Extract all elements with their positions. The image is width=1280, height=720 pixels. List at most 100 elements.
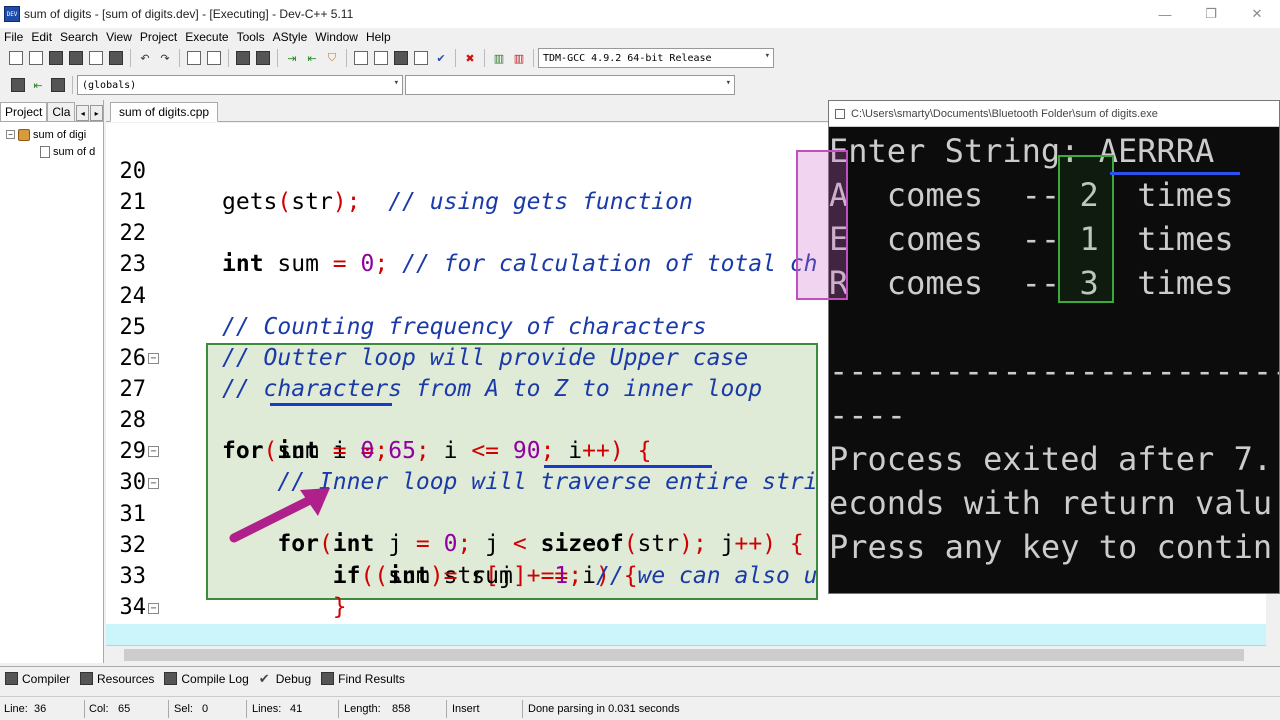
tab-label: Compiler	[22, 671, 71, 686]
menu-file[interactable]: File	[0, 30, 27, 44]
fold-toggle-icon[interactable]: −	[148, 353, 159, 364]
menu-execute[interactable]: Execute	[181, 30, 232, 44]
compiler-select[interactable]: TDM-GCC 4.9.2 64-bit Release ▾	[538, 48, 774, 68]
toolbar-separator	[130, 49, 131, 67]
fold-toggle-icon[interactable]: −	[148, 446, 159, 457]
compile-run-icon[interactable]	[392, 49, 410, 67]
menu-view[interactable]: View	[102, 30, 136, 44]
toolbar-separator	[72, 76, 73, 94]
status-length-value: 858	[392, 703, 411, 715]
save-all-icon[interactable]	[67, 49, 85, 67]
editor-horizontal-scrollbar[interactable]	[106, 645, 1266, 663]
tab-label: Debug	[275, 671, 312, 686]
tab-scroll-right-icon[interactable]: ▸	[90, 105, 103, 121]
toolbar-separator	[533, 49, 534, 67]
indent-icon[interactable]	[234, 49, 252, 67]
function-select[interactable]: ▾	[405, 75, 735, 95]
run-icon[interactable]	[372, 49, 390, 67]
close-file-icon[interactable]	[87, 49, 105, 67]
main-toolbar: ↶ ↷ ⇥ ⇤ ⛉ ✔ ✖ ▥ ▥ TDM-GCC 4.9.2 64-bit R…	[0, 46, 1280, 70]
title-bar: DEV sum of digits - [sum of digits.dev] …	[0, 0, 1280, 28]
undo-icon[interactable]: ↶	[136, 49, 154, 67]
menu-tools[interactable]: Tools	[233, 30, 269, 44]
console-line: R comes -- 3 times	[829, 264, 1234, 302]
goto-back-icon[interactable]: ⇤	[303, 49, 321, 67]
find-icon[interactable]	[185, 49, 203, 67]
scope-select[interactable]: (globals) ▾	[77, 75, 403, 95]
scrollbar-thumb[interactable]	[124, 649, 1244, 661]
console-line: Process exited after 7.	[829, 440, 1273, 478]
console-title: C:\Users\smarty\Documents\Bluetooth Fold…	[851, 107, 1158, 120]
toolbar-separator	[179, 49, 180, 67]
collapse-icon[interactable]: −	[6, 130, 15, 139]
tab-compiler[interactable]: Compiler	[0, 668, 75, 690]
chevron-down-icon: ▾	[725, 78, 731, 88]
project-name: sum of digi	[33, 128, 87, 141]
status-message: Done parsing in 0.031 seconds	[528, 703, 680, 715]
open-file-icon[interactable]	[27, 49, 45, 67]
pink-arrow-icon	[229, 488, 330, 543]
bottom-panel-tabs: Compiler Resources Compile Log ✔ Debug Fi…	[0, 666, 1280, 690]
tab-sum-of-digits-cpp[interactable]: sum of digits.cpp	[110, 102, 219, 122]
close-button[interactable]: ✕	[1234, 0, 1280, 28]
compile-icon[interactable]	[352, 49, 370, 67]
console-line: E comes -- 1 times	[829, 220, 1234, 258]
profile-chart-icon[interactable]: ▥	[490, 49, 508, 67]
editor-tab-bar: sum of digits.cpp	[106, 100, 828, 122]
find-results-icon	[321, 672, 335, 685]
menu-search[interactable]: Search	[56, 30, 102, 44]
tab-resources[interactable]: Resources	[75, 668, 159, 690]
tab-find-results[interactable]: Find Results	[316, 668, 410, 690]
menu-astyle[interactable]: AStyle	[269, 30, 312, 44]
redo-icon[interactable]: ↷	[156, 49, 174, 67]
goto-icon[interactable]: ⇥	[283, 49, 301, 67]
class-toolbar: ⇤ (globals) ▾ ▾	[0, 72, 1280, 98]
unindent-icon[interactable]	[254, 49, 272, 67]
tab-debug[interactable]: ✔ Debug	[254, 668, 316, 690]
goto-line-icon[interactable]: ⇤	[29, 76, 47, 94]
menu-project[interactable]: Project	[136, 30, 181, 44]
status-length-label: Length:	[344, 703, 381, 715]
project-tree-root[interactable]: − sum of digi	[0, 126, 103, 143]
toolbar-separator	[455, 49, 456, 67]
tab-classes[interactable]: Cla	[47, 102, 76, 121]
stop-execution-icon[interactable]: ✖	[461, 49, 479, 67]
project-file-name: sum of d	[53, 145, 96, 158]
code-line: 35 − if(sum > 0) { // checking if there …	[106, 593, 1266, 652]
count-highlight-box	[1058, 155, 1114, 303]
chevron-down-icon: ▾	[764, 51, 770, 61]
print-icon[interactable]	[107, 49, 125, 67]
menu-window[interactable]: Window	[311, 30, 362, 44]
menu-bar: File Edit Search View Project Execute To…	[0, 28, 1280, 46]
console-app-icon	[835, 108, 845, 119]
character-highlight-box	[796, 150, 848, 300]
minimize-button[interactable]: —	[1142, 0, 1188, 28]
fold-toggle-icon[interactable]: −	[148, 478, 159, 489]
tab-project[interactable]: Project	[0, 102, 48, 121]
insert-icon[interactable]	[9, 76, 27, 94]
tab-scroll-left-icon[interactable]: ◂	[76, 105, 90, 121]
status-divider	[84, 700, 85, 718]
delete-profile-icon[interactable]: ▥	[510, 49, 528, 67]
devcpp-app-icon: DEV	[4, 6, 20, 22]
bookmark-icon[interactable]: ⛉	[323, 49, 341, 67]
rebuild-icon[interactable]	[412, 49, 430, 67]
project-tree-file[interactable]: sum of d	[0, 143, 103, 160]
replace-icon[interactable]	[205, 49, 223, 67]
status-divider	[338, 700, 339, 718]
input-underline	[1110, 172, 1240, 175]
menu-help[interactable]: Help	[362, 30, 395, 44]
status-bar: Line: 36 Col: 65 Sel: 0 Lines: 41 Length…	[0, 696, 1280, 720]
menu-edit[interactable]: Edit	[27, 30, 56, 44]
syntax-check-icon[interactable]: ✔	[432, 49, 450, 67]
status-col-label: Col:	[89, 703, 109, 715]
tab-label: Compile Log	[181, 671, 249, 686]
toggle-bookmark-icon[interactable]	[49, 76, 67, 94]
new-file-icon[interactable]	[7, 49, 25, 67]
tab-compile-log[interactable]: Compile Log	[159, 668, 253, 690]
status-line-label: Line:	[4, 703, 28, 715]
toolbar-separator	[277, 49, 278, 67]
maximize-button[interactable]: ❐	[1188, 0, 1234, 28]
fold-toggle-icon[interactable]: −	[148, 603, 159, 614]
save-icon[interactable]	[47, 49, 65, 67]
